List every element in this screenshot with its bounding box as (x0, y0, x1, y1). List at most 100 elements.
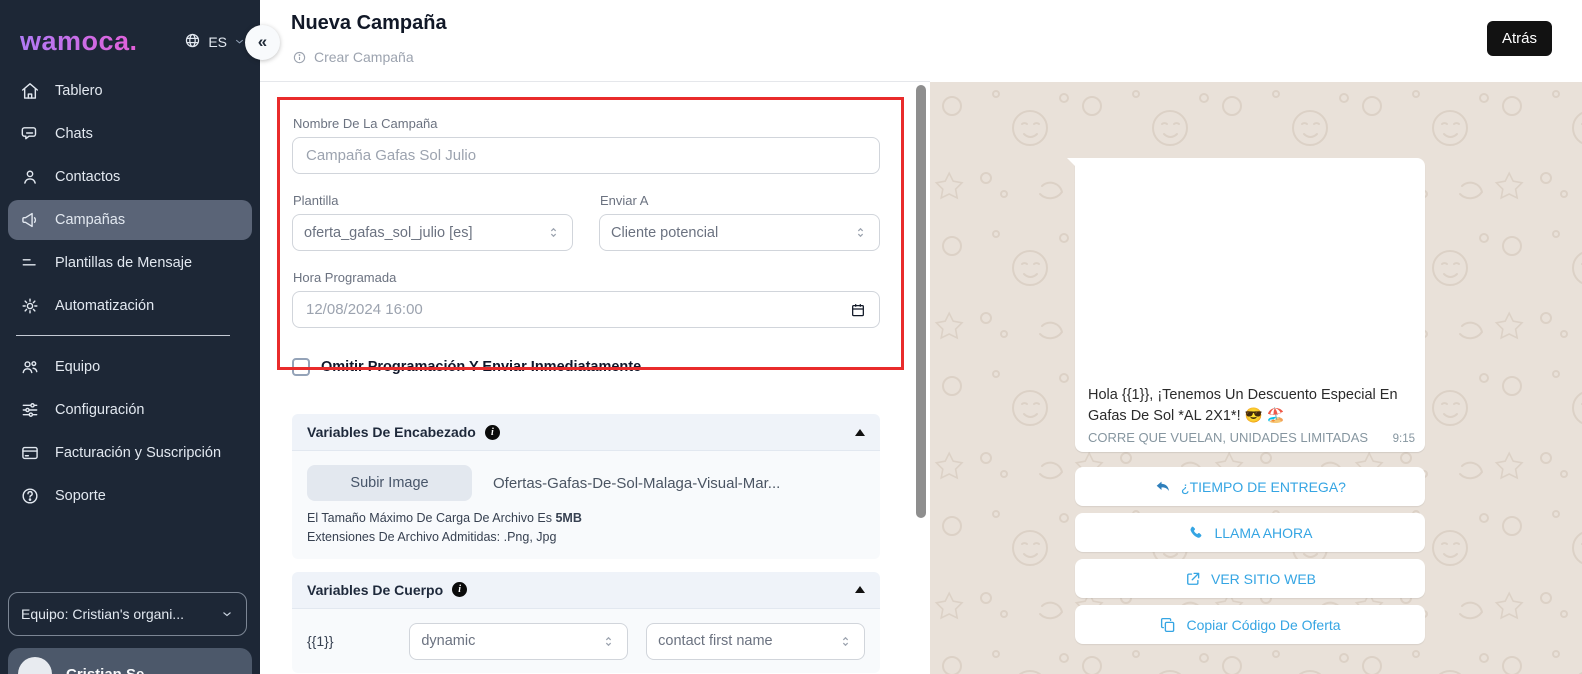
sidebar-item-label: Automatización (55, 298, 154, 314)
wa-template-button-label: VER SITIO WEB (1211, 571, 1316, 587)
chevron-down-icon (220, 607, 234, 621)
variable-type-select[interactable]: dynamic (409, 623, 628, 660)
campaign-name-label: Nombre De La Campaña (293, 116, 880, 131)
campaign-name-input[interactable]: Campaña Gafas Sol Julio (292, 137, 880, 174)
team-selector[interactable]: Equipo: Cristian's organi... (8, 592, 247, 636)
body-variables-body: {{1}} dynamic contact first name (292, 608, 880, 673)
sidebar-item-label: Chats (55, 126, 93, 142)
user-name: Cristian Se (66, 666, 144, 674)
wa-template-button-ver-sitio-web[interactable]: VER SITIO WEB (1075, 559, 1425, 598)
collapse-arrow-icon[interactable] (855, 586, 865, 593)
team-selector-label: Equipo: Cristian's organi... (21, 606, 184, 622)
automation-icon (20, 296, 40, 316)
send-to-value: Cliente potencial (611, 225, 718, 241)
message-image-placeholder (1075, 158, 1425, 383)
wa-template-button-copiar-codigo-de-oferta[interactable]: Copiar Código De Oferta (1075, 605, 1425, 644)
page-header: Nueva Campaña Crear Campaña Atrás (260, 0, 1582, 82)
sidebar-item-facturacion-y-suscripcion[interactable]: Facturación y Suscripción (8, 433, 252, 473)
variable-field-select[interactable]: contact first name (646, 623, 865, 660)
sidebar-item-configuracion[interactable]: Configuración (8, 390, 252, 430)
sidebar-item-campanas[interactable]: Campañas (8, 200, 252, 240)
page-subtitle: Crear Campaña (292, 49, 414, 65)
language-code: ES (208, 34, 227, 50)
header-variables-title: Variables De Encabezado (307, 424, 476, 440)
message-bubble: Hola {{1}}, ¡Tenemos Un Descuento Especi… (1075, 158, 1425, 452)
user-profile[interactable]: Cristian Se (8, 648, 252, 674)
scrollbar-thumb[interactable] (916, 85, 926, 518)
copy-icon (1159, 616, 1177, 634)
contact-icon (20, 167, 40, 187)
max-size-note: El Tamaño Máximo De Carga De Archivo Es … (307, 510, 865, 527)
send-to-label: Enviar A (600, 193, 880, 208)
message-footer-text: CORRE QUE VUELAN, UNIDADES LIMITADAS (1088, 430, 1368, 445)
template-buttons: ¿TIEMPO DE ENTREGA? LLAMA AHORA VER SITIO … (930, 460, 1582, 644)
template-select[interactable]: oferta_gafas_sol_julio [es] (292, 214, 573, 251)
language-selector[interactable]: ES (183, 31, 246, 53)
sidebar-divider (16, 335, 230, 336)
skip-schedule-row[interactable]: Omitir Programación Y Enviar Inmediatame… (292, 358, 880, 376)
skip-schedule-label: Omitir Programación Y Enviar Inmediatame… (321, 359, 641, 375)
info-icon (292, 50, 307, 65)
campaign-name-value: Campaña Gafas Sol Julio (306, 147, 476, 164)
upload-image-button[interactable]: Subir Image (307, 465, 472, 501)
sidebar-item-tablero[interactable]: Tablero (8, 71, 252, 111)
uploaded-file-name: Ofertas-Gafas-De-Sol-Malaga-Visual-Mar..… (493, 475, 780, 492)
header-variables-card: Variables De Encabezado i Subir Image Of… (292, 414, 880, 559)
page-title: Nueva Campaña (291, 12, 447, 35)
sidebar-item-label: Soporte (55, 488, 106, 504)
sidebar-item-label: Configuración (55, 402, 144, 418)
collapse-arrow-icon[interactable] (855, 429, 865, 436)
wa-template-button-llama-ahora[interactable]: LLAMA AHORA (1075, 513, 1425, 552)
sidebar-collapse-button[interactable]: « (245, 25, 280, 60)
whatsapp-preview-pane: Hola {{1}}, ¡Tenemos Un Descuento Especi… (930, 82, 1582, 674)
skip-schedule-checkbox[interactable] (292, 358, 310, 376)
billing-icon (20, 443, 40, 463)
sidebar-item-label: Campañas (55, 212, 125, 228)
wa-template-button-label: LLAMA AHORA (1214, 525, 1312, 541)
avatar (18, 657, 52, 674)
sidebar-item-chats[interactable]: Chats (8, 114, 252, 154)
body-variables-header[interactable]: Variables De Cuerpo i (292, 572, 880, 608)
info-icon: i (485, 425, 500, 440)
sidebar-nav-primary: Tablero Chats Contactos Campañas Plantillas … (0, 67, 260, 326)
extensions-note: Extensiones De Archivo Admitidas: .Png, … (307, 529, 865, 546)
scheduled-time-input[interactable]: 12/08/2024 16:00 (292, 291, 880, 328)
external-icon (1184, 570, 1202, 588)
megaphone-icon (20, 210, 40, 230)
phone-icon (1187, 524, 1205, 542)
scheduled-time-value: 12/08/2024 16:00 (306, 301, 423, 318)
max-size-value: 5MB (555, 511, 581, 525)
sidebar-item-automatizacion[interactable]: Automatización (8, 286, 252, 326)
sidebar-item-label: Contactos (55, 169, 120, 185)
header-variables-body: Subir Image Ofertas-Gafas-De-Sol-Malaga-… (292, 450, 880, 559)
wa-template-button--tiempo-de-entrega-[interactable]: ¿TIEMPO DE ENTREGA? (1075, 467, 1425, 506)
back-button[interactable]: Atrás (1487, 21, 1552, 56)
chat-icon (20, 124, 40, 144)
message-text: Hola {{1}}, ¡Tenemos Un Descuento Especi… (1075, 383, 1425, 427)
calendar-icon[interactable] (850, 302, 866, 318)
send-to-select[interactable]: Cliente potencial (599, 214, 880, 251)
logo-row: wamoca. ES (0, 0, 260, 67)
body-variable-key: {{1}} (307, 633, 409, 649)
globe-icon (183, 31, 202, 53)
header-variables-header[interactable]: Variables De Encabezado i (292, 414, 880, 450)
reply-icon (1154, 478, 1172, 496)
template-value: oferta_gafas_sol_julio [es] (304, 225, 472, 241)
select-arrows-icon (601, 634, 616, 649)
select-arrows-icon (546, 225, 561, 240)
select-arrows-icon (853, 225, 868, 240)
sidebar-nav-secondary: Equipo Configuración Facturación y Suscrip… (0, 343, 260, 516)
wa-template-button-label: ¿TIEMPO DE ENTREGA? (1181, 479, 1346, 495)
settings-icon (20, 400, 40, 420)
sidebar-item-equipo[interactable]: Equipo (8, 347, 252, 387)
info-icon: i (452, 582, 467, 597)
sidebar-item-label: Tablero (55, 83, 103, 99)
body-variables-card: Variables De Cuerpo i {{1}} dynamic cont… (292, 572, 880, 673)
sidebar-item-contactos[interactable]: Contactos (8, 157, 252, 197)
message-time: 9:15 (1393, 433, 1415, 445)
scheduled-time-label: Hora Programada (293, 270, 880, 285)
sidebar-item-soporte[interactable]: Soporte (8, 476, 252, 516)
templates-icon (20, 253, 40, 273)
sidebar: wamoca. ES Tablero Chats Contactos Campañas… (0, 0, 260, 674)
sidebar-item-plantillas-de-mensaje[interactable]: Plantillas de Mensaje (8, 243, 252, 283)
